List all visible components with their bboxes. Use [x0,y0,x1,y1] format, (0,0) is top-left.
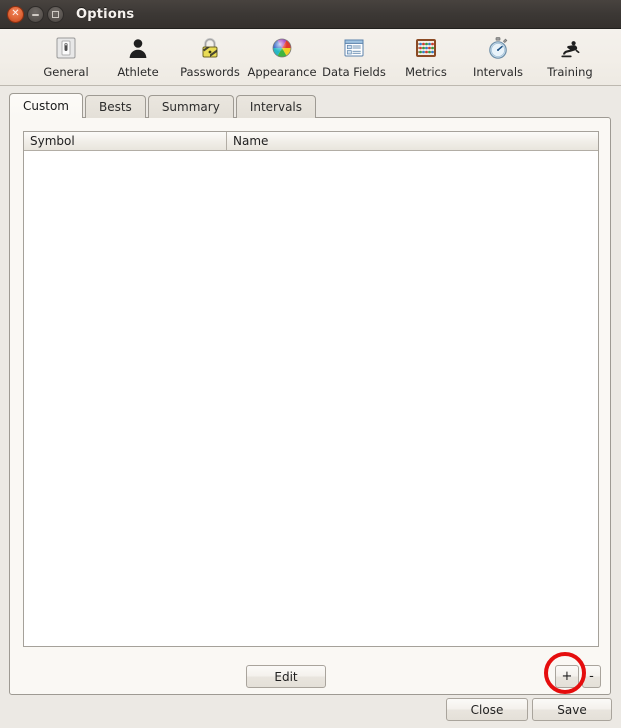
options-toolbar: General Athlete Passwords Appearance Dat… [0,29,621,86]
toolbar-item-metrics[interactable]: Metrics [390,32,462,79]
form-window-icon [339,33,369,63]
stopwatch-icon [483,33,513,63]
close-window-button[interactable]: ✕ [7,5,24,23]
toolbar-item-label: Metrics [405,65,447,79]
toolbar-item-general[interactable]: General [30,32,102,79]
custom-tab-panel: Symbol Name Edit + - [9,117,611,695]
minimize-icon [32,13,39,16]
options-dialog-window: ✕ Options General Athlete Passwords Appe… [0,0,621,728]
maximize-icon [52,10,59,18]
remove-button[interactable]: - [582,665,601,688]
toolbar-item-training[interactable]: Training [534,32,606,79]
save-button[interactable]: Save [532,698,612,721]
tab-intervals[interactable]: Intervals [235,95,317,118]
toolbar-item-label: Appearance [247,65,317,79]
window-controls: ✕ [7,5,64,23]
edit-button[interactable]: Edit [246,665,326,688]
toolbar-item-label: General [43,65,89,79]
toolbar-item-intervals[interactable]: Intervals [462,32,534,79]
maximize-window-button[interactable] [47,5,64,23]
tab-summary[interactable]: Summary [147,95,234,118]
person-icon [123,33,153,63]
table-body-empty[interactable] [24,151,598,646]
table-header-row: Symbol Name [24,132,598,151]
titlebar: ✕ Options [0,0,621,29]
toolbar-item-data-fields[interactable]: Data Fields [318,32,390,79]
toolbar-item-label: Data Fields [322,65,386,79]
tab-bar: Custom Bests Summary Intervals [9,93,611,119]
toolbar-item-appearance[interactable]: Appearance [246,32,318,79]
toolbar-item-label: Passwords [180,65,240,79]
tab-custom[interactable]: Custom [9,93,83,119]
exercise-icon [555,33,585,63]
abacus-icon [411,33,441,63]
padlock-icon [195,33,225,63]
toolbar-item-label: Intervals [472,65,524,79]
custom-fields-table[interactable]: Symbol Name [23,131,599,647]
minimize-window-button[interactable] [27,5,44,23]
column-header-name[interactable]: Name [227,132,598,150]
column-header-symbol[interactable]: Symbol [24,132,227,150]
toolbar-item-label: Athlete [117,65,159,79]
toolbar-item-label: Training [547,65,593,79]
toolbar-item-athlete[interactable]: Athlete [102,32,174,79]
close-icon: ✕ [11,8,20,19]
toolbar-item-passwords[interactable]: Passwords [174,32,246,79]
switch-icon [51,33,81,63]
add-button[interactable]: + [555,665,579,688]
close-button[interactable]: Close [446,698,528,721]
color-wheel-icon [267,33,297,63]
window-title: Options [76,6,135,22]
tab-bests[interactable]: Bests [84,95,146,118]
